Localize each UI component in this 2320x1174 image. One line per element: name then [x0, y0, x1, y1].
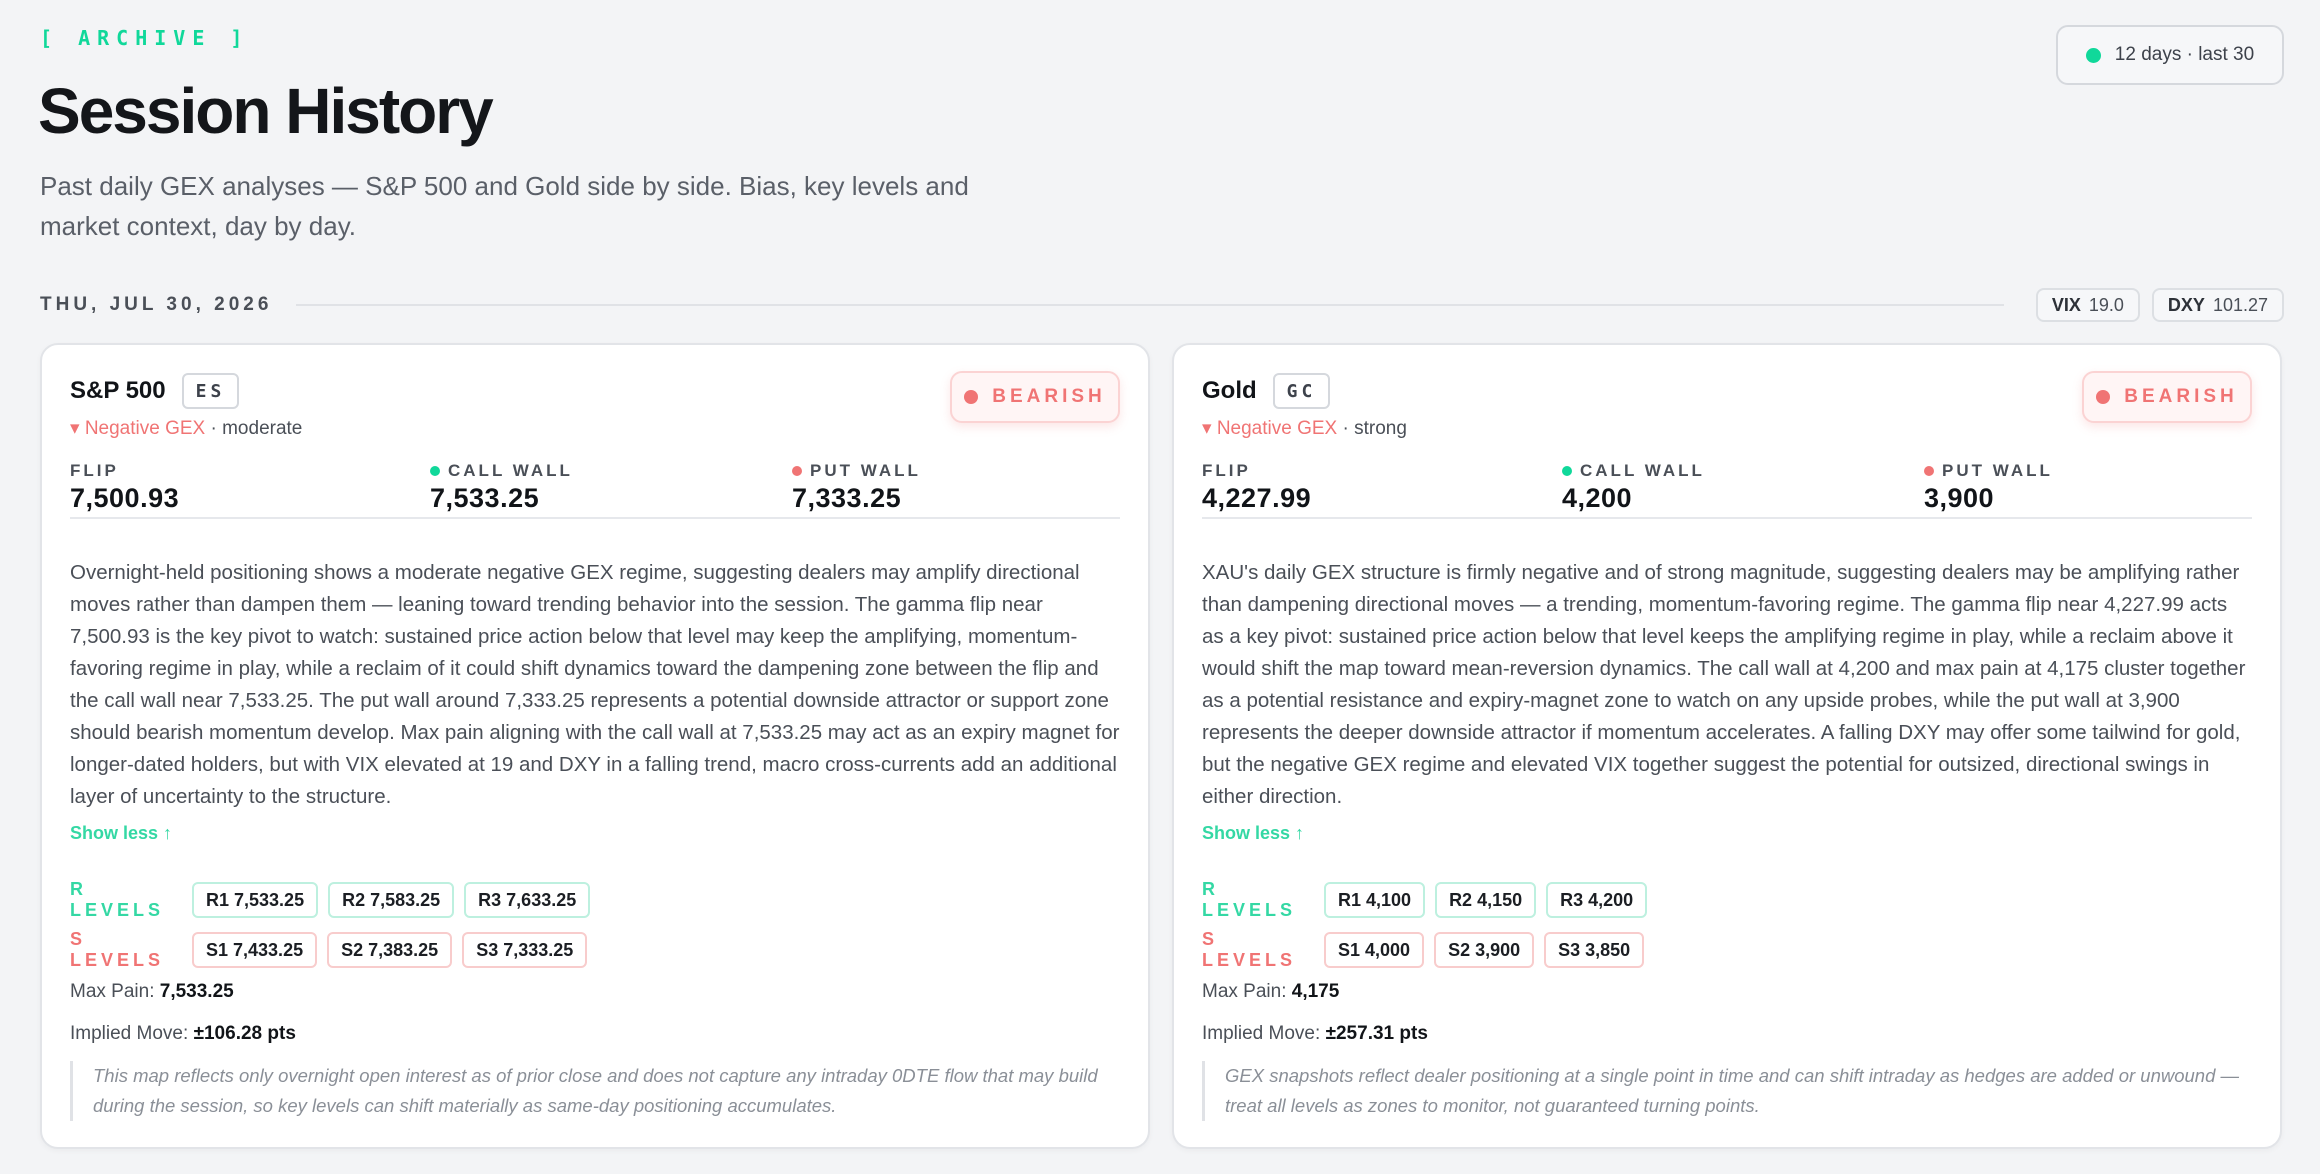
session-date: THU, JUL 30, 2026 — [40, 294, 273, 315]
bias-badge: BEARISH — [950, 371, 1120, 423]
support-levels: S LEVELS S1 4,000 S2 3,900 S3 3,850 — [1202, 929, 1645, 971]
put-wall-dot-icon — [792, 466, 802, 476]
max-pain: Max Pain: 7,533.25 — [70, 981, 234, 1003]
call-wall-value: 7,533.25 — [430, 483, 540, 513]
asset-name: S&P 500 — [70, 377, 166, 404]
r-level-pill: R1 4,100 — [1324, 882, 1426, 918]
bias-label: BEARISH — [992, 386, 1106, 407]
gex-strength: · moderate — [205, 418, 303, 439]
session-card-gold: Gold GC ▾ Negative GEX · strong BEARISH … — [1172, 343, 2282, 1149]
dxy-label: DXY — [2167, 294, 2205, 315]
implied-move-value: ±106.28 pts — [193, 1023, 296, 1044]
page-subtitle: Past daily GEX analyses — S&P 500 and Go… — [40, 171, 969, 241]
max-pain-label: Max Pain: — [1202, 981, 1287, 1002]
s-level-pill: S2 3,900 — [1434, 932, 1535, 968]
s-levels-label: S LEVELS — [70, 929, 165, 970]
show-less-link[interactable]: Show less ↑ — [1202, 823, 1304, 844]
r-level-pill: R3 7,633.25 — [464, 882, 591, 918]
max-pain: Max Pain: 4,175 — [1202, 981, 1339, 1003]
bias-badge: BEARISH — [2082, 371, 2252, 423]
card-header: Gold GC — [1202, 373, 1331, 409]
range-label: 12 days · last 30 — [2114, 44, 2255, 65]
max-pain-value: 4,175 — [1291, 981, 1340, 1002]
gex-regime: ▾ Negative GEX · moderate — [70, 417, 302, 440]
ticker-badge: ES — [181, 373, 240, 409]
dxy-value: 101.27 — [2212, 294, 2268, 315]
page-title: Session History — [38, 75, 494, 147]
gex-regime-label: ▾ Negative GEX — [1202, 418, 1338, 439]
divider — [296, 304, 2004, 306]
s-level-pill: S1 7,433.25 — [192, 932, 318, 968]
put-wall-level: PUT WALL 7,333.25 — [792, 461, 921, 514]
s-level-pill: S3 3,850 — [1544, 932, 1645, 968]
support-levels: S LEVELS S1 7,433.25 S2 7,383.25 S3 7,33… — [70, 929, 588, 971]
implied-move: Implied Move: ±257.31 pts — [1202, 1023, 1428, 1045]
vix-chip: VIX 19.0 — [2035, 288, 2140, 322]
bias-label: BEARISH — [2124, 386, 2238, 407]
gex-strength: · strong — [1337, 418, 1407, 439]
call-wall-label: CALL WALL — [448, 461, 573, 480]
bearish-dot-icon — [964, 390, 979, 404]
status-dot-icon — [2085, 47, 2101, 63]
put-wall-dot-icon — [1924, 466, 1934, 476]
key-levels: FLIP 7,500.93 CALL WALL 7,533.25 PUT WAL… — [70, 461, 1120, 519]
r-levels-label: R LEVELS — [70, 879, 165, 920]
resistance-levels: R LEVELS R1 7,533.25 R2 7,583.25 R3 7,63… — [70, 879, 591, 921]
s-level-pill: S1 4,000 — [1324, 932, 1425, 968]
ticker-badge: GC — [1272, 373, 1331, 409]
flip-value: 4,227.99 — [1202, 483, 1312, 513]
gex-regime: ▾ Negative GEX · strong — [1202, 417, 1407, 440]
call-wall-dot-icon — [1562, 466, 1572, 476]
max-pain-value: 7,533.25 — [159, 981, 234, 1002]
disclaimer-note: This map reflects only overnight open in… — [70, 1061, 1120, 1121]
put-wall-label: PUT WALL — [1942, 461, 2053, 480]
disclaimer-note: GEX snapshots reflect dealer positioning… — [1202, 1061, 2252, 1121]
resistance-levels: R LEVELS R1 4,100 R2 4,150 R3 4,200 — [1202, 879, 1648, 921]
flip-label: FLIP — [1202, 461, 1251, 480]
call-wall-label: CALL WALL — [1580, 461, 1705, 480]
r-level-pill: R2 4,150 — [1435, 882, 1537, 918]
key-levels: FLIP 4,227.99 CALL WALL 4,200 PUT WALL 3… — [1202, 461, 2252, 519]
call-wall-value: 4,200 — [1562, 483, 1633, 513]
show-less-link[interactable]: Show less ↑ — [70, 823, 172, 844]
put-wall-level: PUT WALL 3,900 — [1924, 461, 2053, 514]
gex-regime-label: ▾ Negative GEX — [70, 418, 206, 439]
implied-move-label: Implied Move: — [1202, 1023, 1321, 1044]
analysis-text: XAU's daily GEX structure is firmly nega… — [1202, 561, 2246, 808]
call-wall-level: CALL WALL 7,533.25 — [430, 461, 573, 514]
dxy-chip: DXY 101.27 — [2151, 288, 2284, 322]
r-level-pill: R1 7,533.25 — [192, 882, 319, 918]
flip-level: FLIP 4,227.99 — [1202, 461, 1311, 514]
call-wall-dot-icon — [430, 466, 440, 476]
vix-label: VIX — [2051, 294, 2081, 315]
session-date-row: THU, JUL 30, 2026 VIX 19.0 DXY 101.27 — [40, 288, 2284, 322]
put-wall-label: PUT WALL — [810, 461, 921, 480]
vix-value: 19.0 — [2088, 294, 2124, 315]
r-level-pill: R2 7,583.25 — [328, 882, 455, 918]
archive-tag: [ ARCHIVE ] — [40, 26, 250, 50]
s-levels-label: S LEVELS — [1202, 929, 1297, 970]
card-header: S&P 500 ES — [70, 373, 240, 409]
max-pain-label: Max Pain: — [70, 981, 155, 1002]
implied-move-value: ±257.31 pts — [1325, 1023, 1428, 1044]
call-wall-level: CALL WALL 4,200 — [1562, 461, 1705, 514]
flip-value: 7,500.93 — [70, 483, 180, 513]
session-card-sp500: S&P 500 ES ▾ Negative GEX · moderate BEA… — [40, 343, 1150, 1149]
implied-move-label: Implied Move: — [70, 1023, 189, 1044]
implied-move: Implied Move: ±106.28 pts — [70, 1023, 296, 1045]
put-wall-value: 7,333.25 — [792, 483, 902, 513]
range-selector[interactable]: 12 days · last 30 — [2056, 25, 2284, 85]
s-level-pill: S3 7,333.25 — [462, 932, 588, 968]
bearish-dot-icon — [2096, 390, 2111, 404]
flip-label: FLIP — [70, 461, 119, 480]
s-level-pill: S2 7,383.25 — [327, 932, 453, 968]
asset-name: Gold — [1202, 377, 1257, 404]
r-levels-label: R LEVELS — [1202, 879, 1297, 920]
r-level-pill: R3 4,200 — [1546, 882, 1648, 918]
flip-level: FLIP 7,500.93 — [70, 461, 179, 514]
analysis-text: Overnight-held positioning shows a moder… — [70, 561, 1120, 808]
put-wall-value: 3,900 — [1924, 483, 1995, 513]
